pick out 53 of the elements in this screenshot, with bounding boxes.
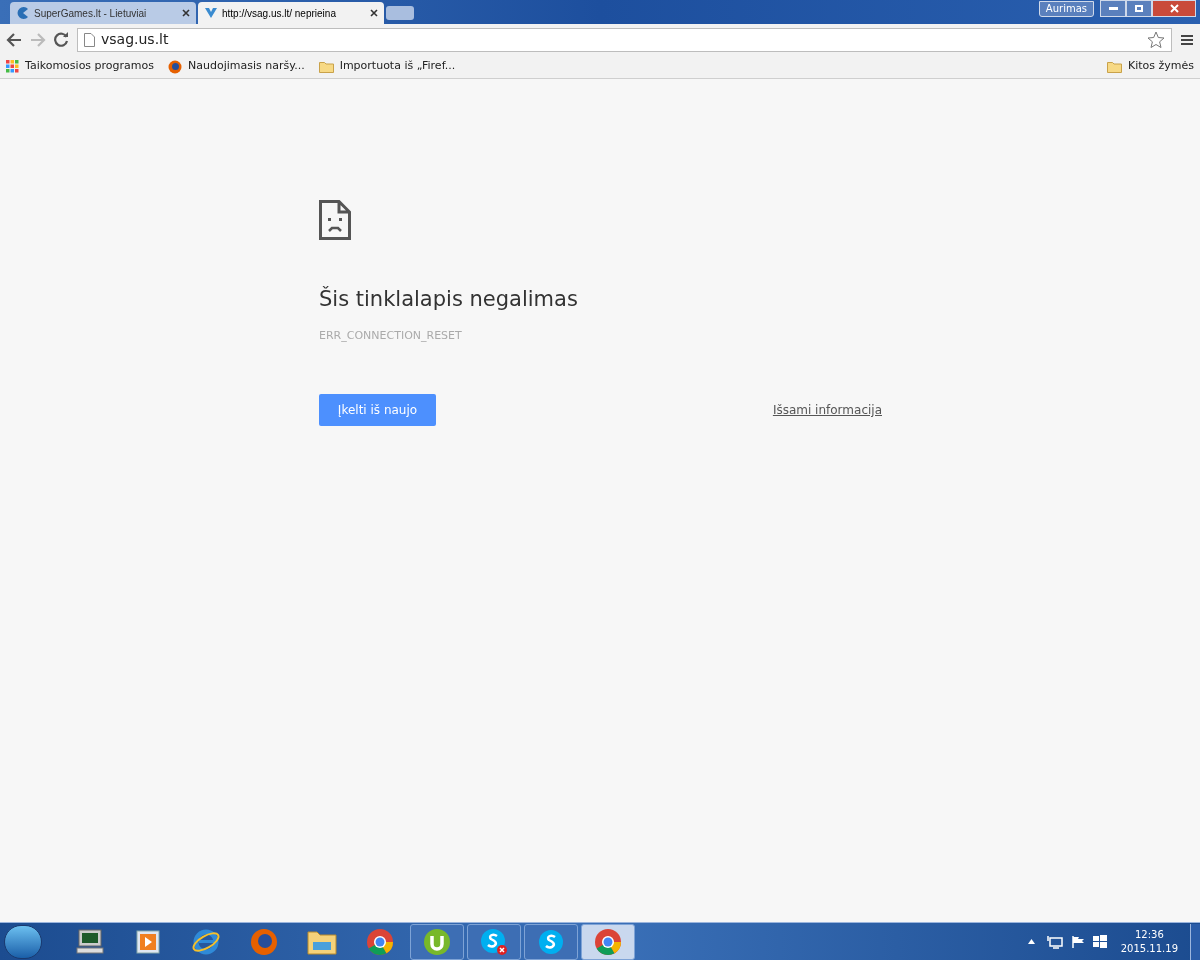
chrome-icon xyxy=(365,927,394,956)
back-arrow-icon[interactable] xyxy=(6,32,22,47)
taskbar-button[interactable] xyxy=(524,923,578,960)
utorrent-icon xyxy=(423,927,451,956)
show-desktop-button[interactable] xyxy=(1190,923,1200,960)
tab-title: SuperGames.lt - Lietuviai xyxy=(34,6,148,21)
browser-e-icon xyxy=(190,927,221,956)
bookmark-item[interactable]: Taikomosios programos xyxy=(6,58,154,75)
restore-button[interactable] xyxy=(1126,0,1152,17)
taskbar-button[interactable] xyxy=(467,923,521,960)
bookmark-item[interactable]: Importuota iš „Firef... xyxy=(318,58,456,75)
close-button[interactable] xyxy=(1152,0,1196,17)
apps-grid-icon xyxy=(6,60,19,73)
close-icon[interactable] xyxy=(182,9,190,17)
close-icon xyxy=(1169,4,1179,13)
browser-tab[interactable]: SuperGames.lt - Lietuviai xyxy=(10,2,196,24)
folder-icon xyxy=(1106,60,1122,73)
tray-arrow-icon[interactable] xyxy=(1027,939,1035,944)
start-button[interactable] xyxy=(4,924,42,959)
details-link[interactable]: Išsami informacija xyxy=(772,401,882,419)
bookmark-item[interactable]: Naudojimasis naršy... xyxy=(168,58,305,75)
skype-icon xyxy=(537,927,565,956)
chrome-icon xyxy=(594,927,622,956)
windows-logo-icon[interactable] xyxy=(1092,934,1107,949)
firefox-icon xyxy=(249,927,278,956)
media-player-icon xyxy=(134,928,161,955)
minimize-button[interactable] xyxy=(1100,0,1126,17)
error-heading: Šis tinklalapis negalimas xyxy=(319,285,579,313)
firefox-icon xyxy=(168,59,182,74)
taskbar-button[interactable] xyxy=(581,923,635,960)
computer-icon xyxy=(74,928,105,955)
sad-page-icon xyxy=(319,200,351,240)
v-logo-icon xyxy=(204,6,218,20)
menu-icon[interactable] xyxy=(1180,33,1194,46)
browser-tab[interactable]: http://vsag.us.lt/ neprieina xyxy=(198,2,384,24)
flag-icon[interactable] xyxy=(1070,934,1085,949)
folder-icon xyxy=(318,60,334,73)
tab-title: http://vsag.us.lt/ neprieina xyxy=(222,6,337,21)
address-bar[interactable]: vsag.us.lt xyxy=(77,27,1172,52)
clock[interactable]: 12:36 2015.11.19 xyxy=(1120,927,1178,956)
folder-icon xyxy=(306,928,337,955)
bookmark-folder[interactable]: Kitos žymės xyxy=(1106,58,1194,75)
taskbar-button[interactable] xyxy=(410,923,464,960)
pacman-icon xyxy=(16,6,30,20)
network-icon[interactable] xyxy=(1046,934,1063,949)
url-text: vsag.us.lt xyxy=(101,30,170,49)
reload-icon[interactable] xyxy=(54,32,69,47)
skype-offline-icon xyxy=(480,927,508,956)
close-icon[interactable] xyxy=(370,9,378,17)
error-code: ERR_CONNECTION_RESET xyxy=(319,327,463,344)
profile-button[interactable]: Aurimas xyxy=(1038,1,1094,17)
page-icon xyxy=(84,32,95,47)
star-icon[interactable] xyxy=(1147,30,1165,49)
